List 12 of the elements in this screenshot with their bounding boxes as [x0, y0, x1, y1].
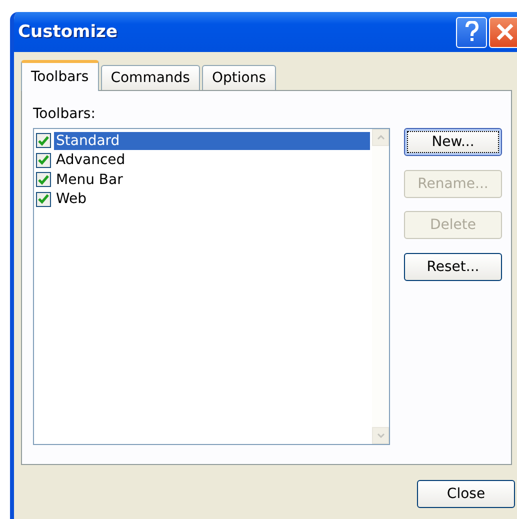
- list-item[interactable]: Web: [54, 190, 370, 208]
- toolbars-label: Toolbars:: [33, 106, 96, 124]
- window-title: Customize: [18, 22, 118, 42]
- dialog-button[interactable]: New...: [404, 128, 502, 156]
- tab[interactable]: Toolbars: [21, 60, 99, 91]
- list-item[interactable]: Menu Bar: [54, 170, 370, 189]
- tab[interactable]: Commands: [100, 65, 200, 90]
- list-item[interactable]: Advanced: [54, 151, 370, 170]
- tab[interactable]: Options: [202, 65, 276, 90]
- close-dialog-button[interactable]: Close: [417, 480, 515, 508]
- dialog-button[interactable]: Reset...: [404, 252, 502, 280]
- list-item[interactable]: Standard: [54, 132, 370, 150]
